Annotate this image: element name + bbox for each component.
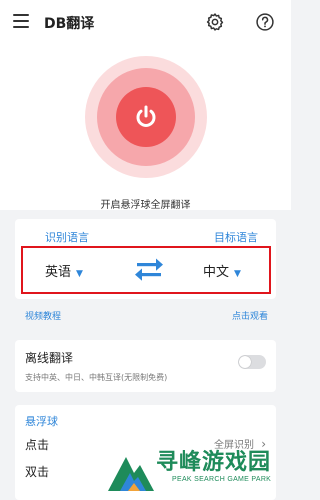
target-language-value: 中文 xyxy=(203,265,230,280)
watermark-logo xyxy=(108,457,154,491)
double-click-action-label: 双击 xyxy=(25,465,50,479)
chevron-down-icon: ▼ xyxy=(234,269,241,279)
help-icon[interactable] xyxy=(255,12,275,32)
power-button[interactable] xyxy=(116,87,176,147)
gear-icon[interactable] xyxy=(205,12,225,32)
source-language-value: 英语 xyxy=(45,265,72,280)
offline-translation-title: 离线翻译 xyxy=(25,351,74,365)
offline-translation-toggle[interactable] xyxy=(238,355,266,369)
watch-video-link[interactable]: 点击观看 xyxy=(232,309,268,322)
watermark: 寻峰游戏园 PEAK SEARCH GAME PARK xyxy=(104,441,291,500)
app-title: DB翻译 xyxy=(44,16,95,32)
click-action-label: 点击 xyxy=(25,438,50,452)
video-tutorial-link[interactable]: 视频教程 xyxy=(25,309,61,322)
language-card: 识别语言 目标语言 英语 ▼ 中文 ▼ xyxy=(15,219,276,299)
target-language-heading: 目标语言 xyxy=(214,231,258,244)
chevron-down-icon: ▼ xyxy=(76,269,83,279)
floating-ball-title: 悬浮球 xyxy=(25,415,58,428)
hero-caption: 开启悬浮球全屏翻译 xyxy=(100,200,191,211)
source-language-heading: 识别语言 xyxy=(45,231,89,244)
target-language-select[interactable]: 中文 ▼ xyxy=(203,261,241,280)
language-highlight-box: 英语 ▼ 中文 ▼ xyxy=(21,246,271,294)
video-tutorial-row: 视频教程 点击观看 xyxy=(15,305,276,327)
watermark-subtext: PEAK SEARCH GAME PARK xyxy=(172,476,272,483)
power-icon xyxy=(136,105,156,127)
offline-translation-subtitle: 支持中英、中日、中韩互译(无限制免费) xyxy=(25,373,168,382)
watermark-text: 寻峰游戏园 xyxy=(156,450,272,475)
top-bar: DB翻译 xyxy=(0,0,291,46)
swap-icon[interactable] xyxy=(134,257,164,283)
menu-icon[interactable] xyxy=(13,14,29,28)
toggle-knob xyxy=(239,356,251,368)
source-language-select[interactable]: 英语 ▼ xyxy=(45,261,83,280)
offline-translation-card: 离线翻译 支持中英、中日、中韩互译(无限制免费) xyxy=(15,340,276,392)
translate-hero: 开启悬浮球全屏翻译 xyxy=(0,46,291,211)
